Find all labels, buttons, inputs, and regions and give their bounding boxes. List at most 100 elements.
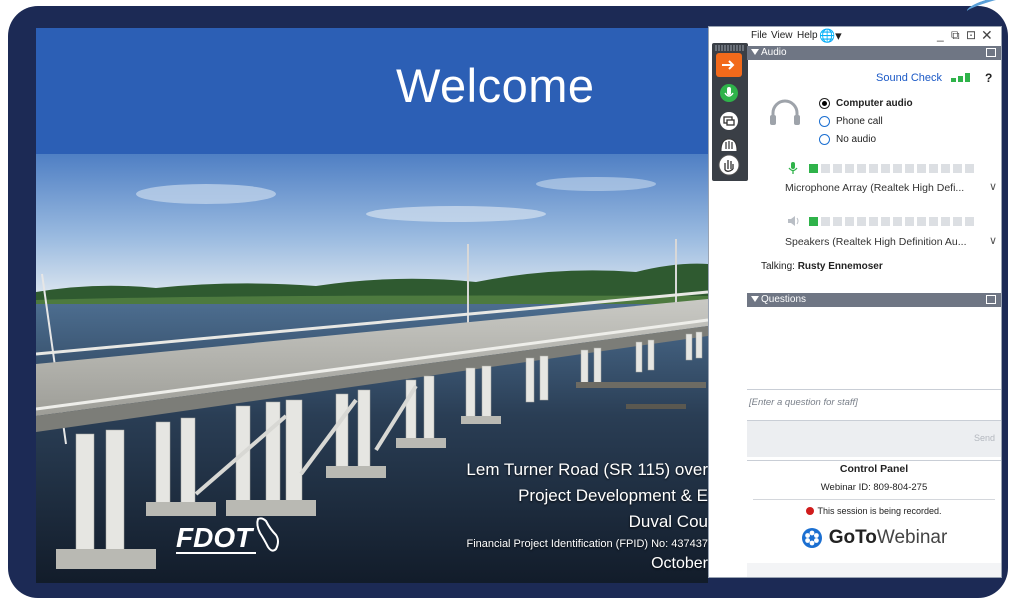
audio-option-none[interactable]: No audio — [819, 134, 876, 145]
mic-level-bars — [809, 163, 977, 173]
slide-caption-title: Lem Turner Road (SR 115) over — [466, 460, 708, 479]
level-segment — [881, 216, 890, 226]
popout-section-icon[interactable] — [986, 48, 996, 57]
microphone-device-select[interactable]: Microphone Array (Realtek High Defi... ∨ — [785, 180, 997, 196]
signal-strength-icon — [951, 73, 970, 82]
speaker-device-value: Speakers (Realtek High Definition Au... — [785, 236, 967, 248]
level-segment — [893, 163, 902, 173]
restore-icon[interactable]: ⧉ — [951, 28, 960, 43]
rail-grip[interactable] — [715, 45, 745, 51]
level-segment — [845, 216, 854, 226]
question-placeholder: [Enter a question for staff] — [749, 397, 858, 408]
level-segment — [881, 163, 890, 173]
popout-icon[interactable]: ⊡ — [966, 28, 976, 42]
level-segment — [833, 163, 842, 173]
speaker-device-select[interactable]: Speakers (Realtek High Definition Au... … — [785, 234, 997, 250]
hand-icon — [720, 138, 738, 151]
chevron-down-icon: ∨ — [988, 181, 997, 193]
collapse-arrow-button[interactable] — [716, 53, 742, 77]
computer-audio-label: Computer audio — [836, 98, 913, 109]
level-segment — [833, 216, 842, 226]
send-button[interactable]: Send — [974, 433, 995, 443]
level-segment — [953, 163, 962, 173]
screen-share-icon — [720, 112, 738, 130]
level-segment — [917, 216, 926, 226]
webinar-control-panel: File View Help 🌐▾ _ ⧉ ⊡ ✕ Audio Sound Ch… — [708, 26, 1002, 578]
audio-help-button[interactable]: ? — [985, 71, 992, 85]
fdot-logo: FDOT — [176, 517, 279, 554]
sound-check-link[interactable]: Sound Check — [876, 72, 942, 84]
level-segment — [857, 163, 866, 173]
gotowebinar-flower-icon — [801, 528, 822, 548]
level-segment — [965, 163, 974, 173]
level-segment — [953, 216, 962, 226]
question-input[interactable]: [Enter a question for staff] — [747, 389, 1001, 421]
level-segment — [869, 216, 878, 226]
level-segment — [857, 216, 866, 226]
audio-option-computer[interactable]: Computer audio — [819, 98, 913, 109]
audio-option-phone[interactable]: Phone call — [819, 116, 883, 127]
presentation-slide: Welcome Lem Turner Road (SR 115) over Pr… — [36, 28, 708, 583]
raise-hand-button-partial[interactable] — [716, 135, 742, 153]
webinar-id: Webinar ID: 809-804-275 — [820, 482, 928, 493]
level-segment — [929, 163, 938, 173]
slide-caption-county: Duval Cou — [628, 512, 708, 531]
phone-call-label: Phone call — [836, 116, 883, 127]
screen: Welcome Lem Turner Road (SR 115) over Pr… — [0, 0, 1018, 603]
menu-view[interactable]: View — [771, 30, 793, 41]
chevron-down-icon: ∨ — [988, 235, 997, 247]
panel-footer — [747, 563, 1001, 577]
raise-hand-button[interactable] — [716, 153, 742, 177]
bridge-photo — [36, 154, 708, 583]
level-segment — [965, 216, 974, 226]
microphone-level-meter — [787, 161, 977, 175]
recording-dot-icon — [806, 507, 815, 515]
level-segment — [941, 163, 950, 173]
gotowebinar-logo: GoTo Webinar — [747, 523, 1001, 553]
raise-hand-icon — [718, 154, 740, 176]
brand-goto: GoTo — [828, 527, 877, 548]
fdot-logo-text: FDOT — [176, 522, 255, 553]
level-segment — [893, 216, 902, 226]
slide-caption-subtitle: Project Development & E — [518, 486, 708, 505]
menu-help[interactable]: Help — [797, 30, 818, 41]
talking-indicator: Talking: Rusty Ennemoser — [761, 261, 883, 272]
speaker-level-bars — [809, 216, 977, 226]
microphone-on-icon — [720, 84, 738, 102]
questions-section-header[interactable]: Questions — [747, 293, 1001, 307]
questions-log — [747, 309, 1001, 389]
questions-section-label: Questions — [761, 294, 807, 305]
audio-section-label: Audio — [761, 47, 787, 58]
menu-bar: File View Help 🌐▾ _ ⧉ ⊡ ✕ — [709, 27, 1001, 45]
slide-caption-date: October — [651, 555, 708, 572]
level-segment — [821, 163, 830, 173]
close-icon[interactable]: ✕ — [981, 27, 993, 44]
brand-webinar: Webinar — [876, 527, 948, 548]
level-segment — [845, 163, 854, 173]
audio-section-header[interactable]: Audio — [747, 46, 1001, 60]
microphone-toggle-button[interactable] — [716, 81, 742, 105]
menu-file[interactable]: File — [751, 30, 767, 41]
level-segment — [869, 163, 878, 173]
microphone-device-value: Microphone Array (Realtek High Defi... — [785, 182, 965, 194]
level-segment — [941, 216, 950, 226]
radio-phone-call[interactable] — [819, 116, 830, 127]
minimize-icon[interactable]: _ — [937, 28, 944, 42]
send-area: Send — [747, 421, 1001, 457]
popout-section-icon[interactable] — [986, 295, 996, 304]
radio-computer-audio[interactable] — [819, 98, 830, 109]
recording-notice: This session is being recorded. — [747, 506, 1001, 516]
language-globe-icon[interactable]: 🌐▾ — [819, 28, 842, 44]
divider — [753, 499, 995, 500]
arrow-right-icon — [722, 60, 735, 70]
recording-notice-text: This session is being recorded. — [817, 506, 942, 516]
talking-name: Rusty Ennemoser — [797, 261, 883, 272]
talking-label: Talking: — [761, 261, 795, 272]
level-segment — [809, 163, 818, 173]
level-segment — [905, 163, 914, 173]
level-segment — [809, 216, 818, 226]
radio-no-audio[interactable] — [819, 134, 830, 145]
screen-view-button[interactable] — [716, 109, 742, 133]
slide-caption-fpid: Financial Project Identification (FPID) … — [466, 538, 708, 550]
toolbar-rail — [712, 43, 748, 181]
